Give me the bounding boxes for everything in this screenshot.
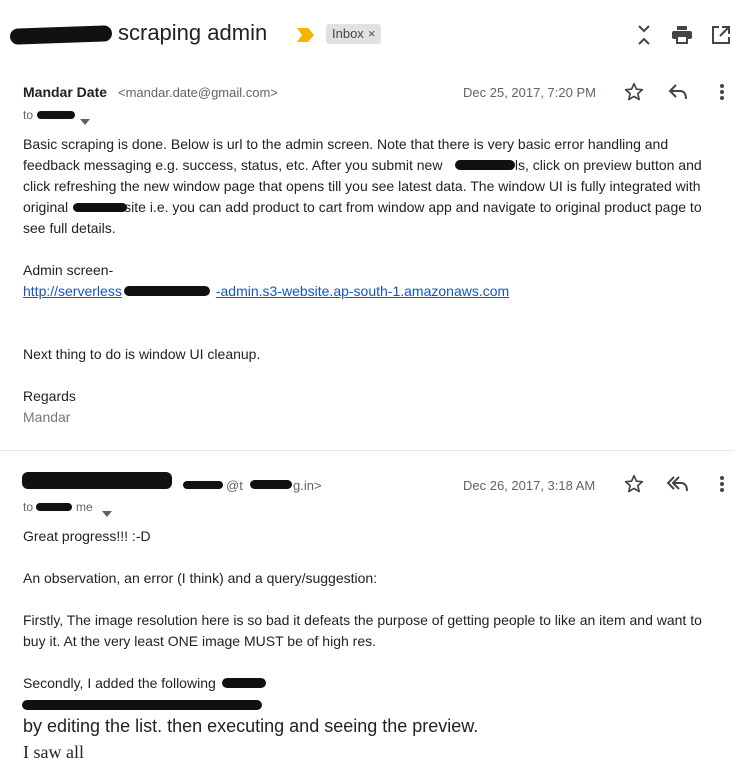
sender-email: <mandar.date@gmail.com> (118, 85, 278, 100)
message-divider (0, 450, 734, 451)
reply-all-icon[interactable] (666, 472, 690, 496)
show-details-icon[interactable] (80, 112, 90, 130)
body-line: by editing the list. then executing and … (23, 716, 479, 736)
signature: Mandar (23, 409, 71, 425)
redacted-text (124, 286, 210, 296)
message-date: Dec 25, 2017, 7:20 PM (463, 85, 596, 100)
email-subject: scraping admin (118, 20, 268, 45)
body-line: original site i.e. you can add product to… (23, 199, 702, 215)
closing: Regards (23, 388, 76, 404)
open-in-new-window-icon[interactable] (708, 22, 734, 48)
to-label: to (23, 500, 34, 514)
body-line: feedback messaging e.g. success, status,… (23, 157, 702, 173)
redacted-text (455, 160, 515, 170)
sender-email-end: g.in> (293, 478, 322, 493)
label-chip-inbox: Inbox × (326, 24, 382, 44)
body-line: Firstly, The image resolution here is so… (23, 612, 702, 628)
expand-collapse-icon[interactable] (631, 22, 657, 48)
body-line: buy it. At the very least ONE image MUST… (23, 633, 377, 649)
body-line: An observation, an error (I think) and a… (23, 570, 378, 586)
recipients-line[interactable]: to (23, 500, 33, 514)
redacted-subject-prefix (9, 25, 113, 45)
star-icon[interactable] (622, 472, 646, 496)
sender-email-fragment: @t (226, 478, 243, 493)
redacted-text (222, 678, 266, 688)
print-icon[interactable] (669, 22, 695, 48)
redacted-link (22, 700, 262, 710)
body-line: I saw all (23, 742, 84, 762)
message-date: Dec 26, 2017, 3:18 AM (463, 478, 596, 493)
admin-url-link[interactable]: http://serverless -admin.s3-website.ap-so… (23, 283, 509, 299)
redacted-email-part (183, 481, 223, 489)
to-me-label: me (76, 500, 93, 514)
redacted-recipient (37, 111, 75, 119)
body-line: Secondly, I added the following (23, 675, 216, 691)
show-details-icon[interactable] (102, 504, 112, 522)
remove-label-button[interactable]: × (368, 24, 376, 44)
admin-label: Admin screen- (23, 262, 114, 278)
redacted-recipient (36, 503, 72, 511)
body-line: Next thing to do is window UI cleanup. (23, 346, 261, 362)
body-line: see full details. (23, 220, 116, 236)
star-icon[interactable] (622, 80, 646, 104)
body-line: click refreshing the new window page tha… (23, 178, 701, 194)
label-chip-text: Inbox (332, 26, 364, 41)
message-body: Basic scraping is done. Below is url to … (23, 134, 728, 428)
recipients-line[interactable]: to (23, 108, 33, 122)
message-body: Great progress!!! :-D An observation, an… (23, 526, 728, 694)
reply-icon[interactable] (666, 80, 690, 104)
important-marker-icon[interactable] (296, 27, 316, 43)
sender-name: Mandar Date (23, 84, 108, 100)
redacted-sender-name (22, 472, 172, 489)
redacted-text (73, 203, 127, 212)
body-line: Great progress!!! :-D (23, 528, 151, 544)
more-options-icon[interactable] (710, 472, 734, 496)
body-line: Basic scraping is done. Below is url to … (23, 136, 669, 152)
more-options-icon[interactable] (710, 80, 734, 104)
to-label: to (23, 108, 34, 122)
redacted-email-part (250, 480, 292, 489)
